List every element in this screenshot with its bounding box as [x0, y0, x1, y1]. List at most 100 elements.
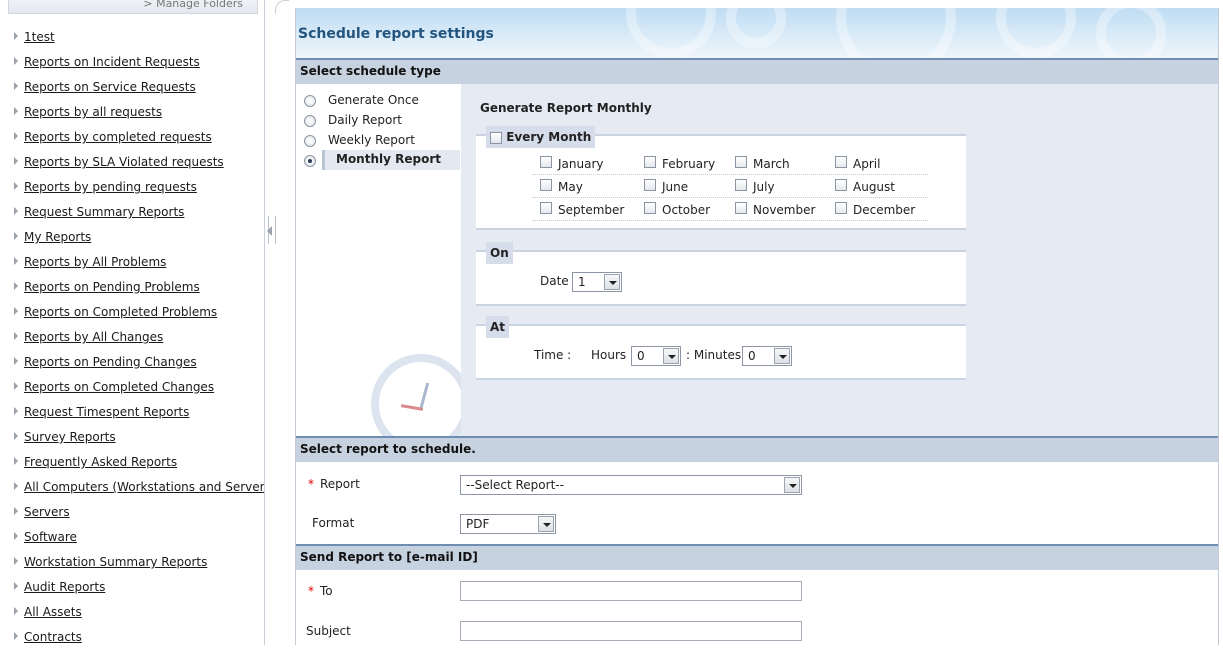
- radio-generate-once[interactable]: [304, 95, 316, 107]
- sidebar-item-link[interactable]: Software: [24, 530, 77, 544]
- sidebar-item[interactable]: Reports on Pending Problems: [0, 278, 264, 303]
- sidebar-item-link[interactable]: Audit Reports: [24, 580, 105, 594]
- sidebar-item-link[interactable]: Reports on Pending Changes: [24, 355, 197, 369]
- expand-arrow-icon[interactable]: [14, 207, 18, 215]
- to-input[interactable]: [460, 581, 802, 601]
- sidebar-item[interactable]: All Computers (Workstations and Servers): [0, 478, 264, 503]
- sidebar-item[interactable]: Workstation Summary Reports: [0, 553, 264, 578]
- month-checkbox[interactable]: [540, 202, 552, 214]
- chevron-down-icon[interactable]: [663, 348, 679, 364]
- sidebar-item[interactable]: Reports on Pending Changes: [0, 353, 264, 378]
- sidebar-item-link[interactable]: Reports by completed requests: [24, 130, 212, 144]
- sidebar-item[interactable]: Software: [0, 528, 264, 553]
- month-checkbox[interactable]: [644, 156, 656, 168]
- expand-arrow-icon[interactable]: [14, 482, 18, 490]
- radio-weekly[interactable]: [304, 135, 316, 147]
- month-checkbox[interactable]: [644, 179, 656, 191]
- sidebar-item[interactable]: Reports on Service Requests: [0, 78, 264, 103]
- sidebar-item-link[interactable]: Reports by All Problems: [24, 255, 166, 269]
- chevron-down-icon[interactable]: [604, 274, 620, 290]
- sidebar-item[interactable]: Reports by SLA Violated requests: [0, 153, 264, 178]
- expand-arrow-icon[interactable]: [14, 357, 18, 365]
- sidebar-item-link[interactable]: Reports by all requests: [24, 105, 162, 119]
- sidebar-item[interactable]: Reports on Incident Requests: [0, 53, 264, 78]
- expand-arrow-icon[interactable]: [14, 232, 18, 240]
- month-checkbox[interactable]: [735, 202, 747, 214]
- sidebar-item[interactable]: Servers: [0, 503, 264, 528]
- every-month-checkbox[interactable]: [490, 131, 502, 144]
- month-checkbox[interactable]: [835, 202, 847, 214]
- month-checkbox[interactable]: [540, 156, 552, 168]
- sidebar-item[interactable]: All Assets: [0, 603, 264, 628]
- expand-arrow-icon[interactable]: [14, 432, 18, 440]
- sidebar-item-link[interactable]: Reports by pending requests: [24, 180, 197, 194]
- minutes-select[interactable]: 0: [742, 346, 792, 366]
- expand-arrow-icon[interactable]: [14, 132, 18, 140]
- expand-arrow-icon[interactable]: [14, 257, 18, 265]
- month-checkbox[interactable]: [540, 179, 552, 191]
- sidebar-item-link[interactable]: All Computers (Workstations and Servers): [24, 480, 264, 494]
- sidebar-item[interactable]: Request Timespent Reports: [0, 403, 264, 428]
- sidebar-item-link[interactable]: Request Summary Reports: [24, 205, 184, 219]
- collapse-arrow-icon[interactable]: [267, 226, 272, 236]
- expand-arrow-icon[interactable]: [14, 557, 18, 565]
- sidebar-item-link[interactable]: Frequently Asked Reports: [24, 455, 177, 469]
- sidebar-item-link[interactable]: Contracts: [24, 630, 82, 644]
- sidebar-item[interactable]: Reports on Completed Problems: [0, 303, 264, 328]
- sidebar-item-link[interactable]: Survey Reports: [24, 430, 116, 444]
- expand-arrow-icon[interactable]: [14, 582, 18, 590]
- schedule-option-monthly[interactable]: Monthly Report: [302, 150, 460, 170]
- expand-arrow-icon[interactable]: [14, 382, 18, 390]
- sidebar-item[interactable]: Reports by pending requests: [0, 178, 264, 203]
- month-checkbox[interactable]: [644, 202, 656, 214]
- expand-arrow-icon[interactable]: [14, 82, 18, 90]
- expand-arrow-icon[interactable]: [14, 57, 18, 65]
- radio-daily[interactable]: [304, 115, 316, 127]
- sidebar-item[interactable]: Contracts: [0, 628, 264, 645]
- expand-arrow-icon[interactable]: [14, 32, 18, 40]
- expand-arrow-icon[interactable]: [14, 532, 18, 540]
- sidebar-item-link[interactable]: Reports on Service Requests: [24, 80, 196, 94]
- chevron-down-icon[interactable]: [774, 348, 790, 364]
- month-checkbox[interactable]: [735, 179, 747, 191]
- chevron-down-icon[interactable]: [538, 516, 554, 532]
- date-select[interactable]: 1: [572, 272, 622, 292]
- sidebar-item-link[interactable]: Reports on Completed Problems: [24, 305, 217, 319]
- month-checkbox[interactable]: [835, 156, 847, 168]
- month-checkbox[interactable]: [835, 179, 847, 191]
- sidebar-item[interactable]: 1test: [0, 28, 264, 53]
- chevron-down-icon[interactable]: [784, 477, 800, 493]
- expand-arrow-icon[interactable]: [14, 407, 18, 415]
- expand-arrow-icon[interactable]: [14, 182, 18, 190]
- sidebar-item-link[interactable]: Reports on Completed Changes: [24, 380, 214, 394]
- schedule-option-generate-once[interactable]: Generate Once: [302, 90, 460, 110]
- radio-monthly[interactable]: [304, 155, 316, 167]
- manage-folders-link[interactable]: > Manage Folders: [8, 0, 258, 14]
- sidebar-item-link[interactable]: My Reports: [24, 230, 91, 244]
- sidebar-item[interactable]: Reports on Completed Changes: [0, 378, 264, 403]
- sidebar-item[interactable]: Frequently Asked Reports: [0, 453, 264, 478]
- sidebar-item[interactable]: Reports by completed requests: [0, 128, 264, 153]
- schedule-option-weekly[interactable]: Weekly Report: [302, 130, 460, 150]
- expand-arrow-icon[interactable]: [14, 107, 18, 115]
- sidebar-item-link[interactable]: Reports by SLA Violated requests: [24, 155, 224, 169]
- expand-arrow-icon[interactable]: [14, 157, 18, 165]
- expand-arrow-icon[interactable]: [14, 282, 18, 290]
- sidebar-item[interactable]: My Reports: [0, 228, 264, 253]
- expand-arrow-icon[interactable]: [14, 332, 18, 340]
- every-month-legend[interactable]: Every Month: [486, 126, 596, 148]
- sidebar-item[interactable]: Request Summary Reports: [0, 203, 264, 228]
- sidebar-item-link[interactable]: All Assets: [24, 605, 82, 619]
- sidebar-item-link[interactable]: Reports on Pending Problems: [24, 280, 200, 294]
- sidebar-item[interactable]: Reports by All Changes: [0, 328, 264, 353]
- format-select[interactable]: PDF: [460, 514, 556, 534]
- expand-arrow-icon[interactable]: [14, 632, 18, 640]
- expand-arrow-icon[interactable]: [14, 507, 18, 515]
- sidebar-splitter[interactable]: [265, 0, 289, 645]
- sidebar-item[interactable]: Audit Reports: [0, 578, 264, 603]
- sidebar-item-link[interactable]: Servers: [24, 505, 70, 519]
- sidebar-item-link[interactable]: Reports by All Changes: [24, 330, 163, 344]
- sidebar-item-link[interactable]: Reports on Incident Requests: [24, 55, 200, 69]
- hours-select[interactable]: 0: [631, 346, 681, 366]
- sidebar-item-link[interactable]: 1test: [24, 30, 55, 44]
